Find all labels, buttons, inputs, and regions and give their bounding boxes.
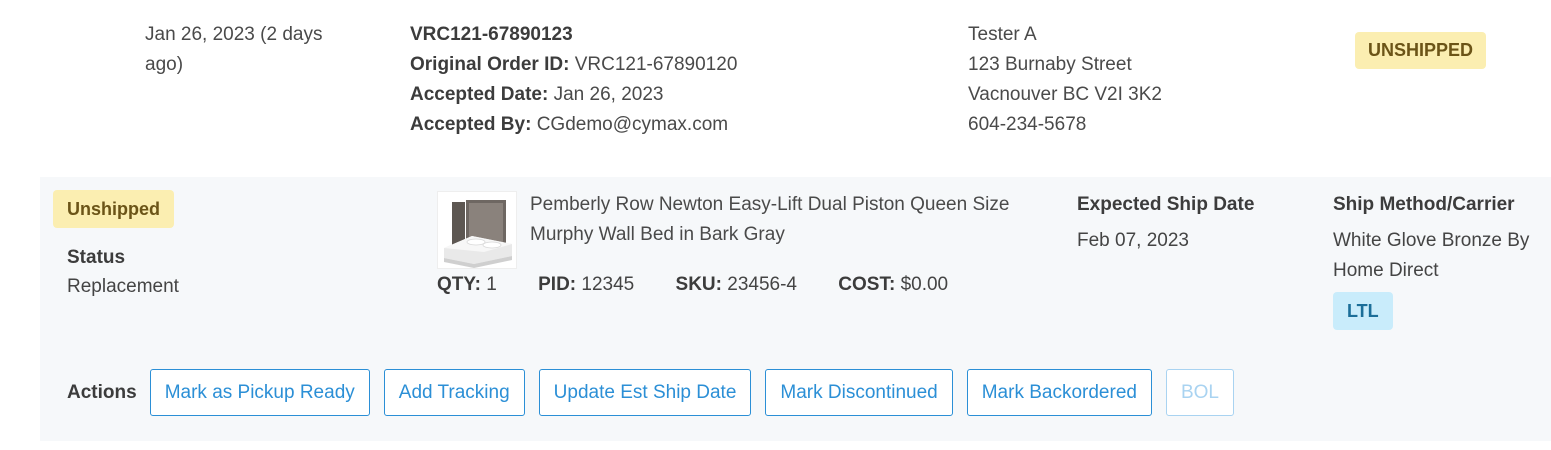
address-city: Vacnouver BC V2I 3K2: [968, 84, 1162, 105]
original-order-label: Original Order ID:: [410, 54, 570, 75]
accepted-by-label: Accepted By:: [410, 114, 532, 135]
order-header: Jan 26, 2023 (2 days ago) VRC121-6789012…: [0, 0, 1551, 170]
actions-label: Actions: [67, 381, 137, 403]
accepted-date-row: Accepted Date: Jan 26, 2023: [410, 80, 737, 110]
expected-ship-date-block: Expected Ship Date Feb 07, 2023: [1077, 190, 1254, 256]
ship-to-address: Tester A 123 Burnaby Street Vacnouver BC…: [968, 20, 1162, 140]
qty-label: QTY:: [437, 274, 481, 295]
order-details: VRC121-67890123 Original Order ID: VRC12…: [410, 20, 737, 140]
pid-field: PID: 12345: [538, 270, 634, 300]
accepted-by-row: Accepted By: CGdemo@cymax.com: [410, 110, 737, 140]
add-tracking-button[interactable]: Add Tracking: [383, 369, 525, 416]
update-est-ship-date-button[interactable]: Update Est Ship Date: [538, 369, 752, 416]
item-status-badge: Unshipped: [53, 190, 174, 228]
cost-value: $0.00: [900, 274, 949, 295]
order-item-panel: Unshipped Status Replacement Pemberly Ro…: [40, 177, 1551, 441]
ltl-badge: LTL: [1333, 292, 1393, 330]
customer-phone: 604-234-5678: [968, 114, 1087, 135]
ship-method-heading: Ship Method/Carrier: [1333, 194, 1515, 215]
sku-label: SKU:: [675, 274, 722, 295]
accepted-by-value: CGdemo@cymax.com: [536, 114, 729, 135]
ship-method-value: White Glove Bronze By Home Direct: [1333, 230, 1530, 281]
cost-label: COST:: [838, 274, 896, 295]
murphy-bed-thumbnail-icon: [437, 191, 517, 269]
actions-bar: Actions Mark as Pickup Ready Add Trackin…: [67, 369, 1248, 416]
mark-backordered-button[interactable]: Mark Backordered: [966, 369, 1152, 416]
pid-value: 12345: [581, 274, 635, 295]
order-date: Jan 26, 2023 (2 days ago): [145, 24, 323, 75]
ship-method-block: Ship Method/Carrier White Glove Bronze B…: [1333, 190, 1548, 330]
bol-button[interactable]: BOL: [1165, 369, 1234, 416]
product-meta: QTY: 1 PID: 12345 SKU: 23456-4 COST: $0.…: [437, 270, 984, 300]
status-heading: Status: [67, 247, 126, 268]
mark-pickup-ready-button[interactable]: Mark as Pickup Ready: [149, 369, 370, 416]
mark-discontinued-button[interactable]: Mark Discontinued: [765, 369, 953, 416]
expected-ship-date-value: Feb 07, 2023: [1077, 230, 1189, 251]
item-status-block: Status Replacement: [67, 243, 179, 301]
customer-name: Tester A: [968, 24, 1037, 45]
expected-ship-date-heading: Expected Ship Date: [1077, 194, 1255, 215]
sku-field: SKU: 23456-4: [676, 270, 797, 300]
cost-field: COST: $0.00: [838, 270, 948, 300]
original-order-id: VRC121-67890120: [574, 54, 738, 75]
qty-value: 1: [486, 274, 497, 295]
accepted-date-label: Accepted Date:: [410, 84, 549, 105]
address-street: 123 Burnaby Street: [968, 54, 1132, 75]
original-order-row: Original Order ID: VRC121-67890120: [410, 50, 737, 80]
pid-label: PID:: [538, 274, 577, 295]
status-value: Replacement: [67, 276, 179, 297]
order-number[interactable]: VRC121-67890123: [410, 20, 737, 50]
sku-value: 23456-4: [727, 274, 797, 295]
product-name[interactable]: Pemberly Row Newton Easy-Lift Dual Pisto…: [530, 190, 1050, 250]
accepted-date-value: Jan 26, 2023: [553, 84, 664, 105]
qty-field: QTY: 1: [437, 270, 497, 300]
order-status-badge: UNSHIPPED: [1355, 32, 1487, 69]
